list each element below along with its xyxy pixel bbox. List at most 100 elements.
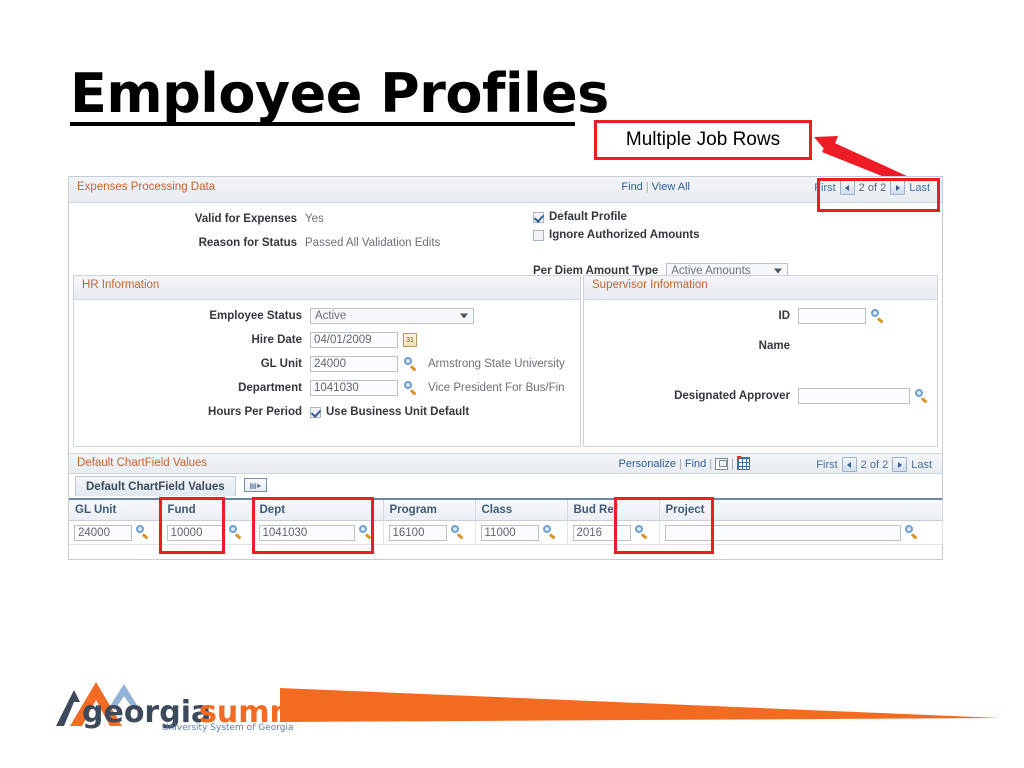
field-valid-for-expenses: Valid for Expenses Yes [69,213,369,225]
ignore-authorized-amounts-checkbox[interactable] [533,229,544,241]
georgia-summit-logo: georgia summit University System of Geor… [52,676,325,733]
dept-grid-input[interactable]: 1041030 [258,524,355,541]
field-hire-date: Hire Date 04/01/2009 31 [74,332,417,348]
checkbox-ignore-authorized-amounts[interactable]: Ignore Authorized Amounts [533,229,700,241]
field-reason-for-status: Reason for Status Passed All Validation … [69,237,539,249]
checkbox-default-profile[interactable]: Default Profile [533,211,627,223]
hr-information-title: HR Information [82,279,160,291]
expand-icon[interactable] [715,457,729,470]
tool-separator-2: | [709,457,713,470]
cell-dept: 1041030 [253,520,384,545]
class-grid-input[interactable]: 11000 [480,524,539,541]
gl-unit-grid-input[interactable]: 24000 [74,524,132,541]
supervisor-information-header: Supervisor Information [584,276,937,300]
tab-label: Default ChartField Values [86,480,225,493]
find-link[interactable]: Find [621,181,642,193]
class-grid-lookup-icon[interactable] [542,525,557,540]
hours-per-period-label: Hours Per Period [208,406,302,418]
chartfield-header-row: GL Unit Fund Dept Program Class Bud Ref … [69,500,943,521]
chartfield-toolbar: Personalize | Find | | [619,456,750,470]
nav-counter: 2 of 2 [858,181,887,194]
table-row: 24000 10000 1041030 16100 11000 2016 [69,520,943,545]
chartfield-row-nav: First 2 of 2 Last [816,457,932,472]
chartfield-header: Default ChartField Values Personalize | … [69,453,942,474]
use-business-unit-default-checkbox[interactable] [310,406,321,418]
default-profile-checkbox[interactable] [533,211,544,223]
fund-grid-input[interactable]: 10000 [166,524,225,541]
page-title: Employee Profiles [70,62,609,125]
field-employee-status: Employee Status Active [74,308,474,324]
gl-unit-input[interactable]: 24000 [310,356,398,372]
designated-approver-lookup-icon[interactable] [914,388,929,404]
hire-date-input[interactable]: 04/01/2009 [310,332,398,348]
department-input[interactable]: 1041030 [310,380,398,396]
supervisor-information-title: Supervisor Information [592,279,708,291]
tab-default-chartfield-values[interactable]: Default ChartField Values [75,476,236,496]
callout-multiple-job-rows: Multiple Job Rows [594,120,812,160]
supervisor-id-lookup-icon[interactable] [870,308,885,324]
program-grid-lookup-icon[interactable] [450,525,465,540]
fund-grid-lookup-icon[interactable] [228,525,243,540]
gl-unit-lookup-icon[interactable] [403,356,418,372]
download-spreadsheet-icon[interactable] [737,456,750,470]
reason-for-status-value: Passed All Validation Edits [305,237,441,249]
tool-separator-1: | [679,457,682,470]
calendar-icon[interactable]: 31 [403,333,417,347]
cell-fund: 10000 [161,520,254,545]
nav-first-link[interactable]: First [814,182,835,194]
peoplesoft-screenshot: Expenses Processing Data Find | View All F… [68,176,943,560]
nav-last-link[interactable]: Last [909,182,930,194]
valid-for-expenses-label: Valid for Expenses [194,213,297,225]
chartfield-nav-counter: 2 of 2 [860,458,889,471]
column-header-program: Program [383,500,476,521]
program-grid-input[interactable]: 16100 [388,524,447,541]
hr-information-panel: HR Information Employee Status Active Hi… [73,275,581,447]
valid-for-expenses-value: Yes [305,213,324,225]
default-profile-label: Default Profile [549,211,627,223]
column-header-dept: Dept [253,500,384,521]
chartfield-nav-first-link[interactable]: First [816,459,837,471]
designated-approver-input[interactable] [798,388,910,404]
gl-unit-grid-lookup-icon[interactable] [135,525,150,540]
project-grid-input[interactable] [664,524,901,541]
column-header-project: Project [659,500,943,521]
cell-program: 16100 [383,520,476,545]
chartfield-nav-last-link[interactable]: Last [911,459,932,471]
bud-ref-grid-input[interactable]: 2016 [572,524,631,541]
personalize-link[interactable]: Personalize [619,458,676,470]
link-separator: | [645,181,649,193]
tool-separator-3: | [731,457,734,470]
field-hours-per-period: Hours Per Period Use Business Unit Defau… [74,406,469,418]
expenses-processing-header: Expenses Processing Data Find | View All F… [69,177,942,203]
field-supervisor-id: ID [584,308,885,324]
department-lookup-icon[interactable] [403,380,418,396]
bud-ref-grid-lookup-icon[interactable] [634,525,649,540]
expenses-top-links: Find | View All [621,181,690,193]
default-chartfield-values-section: Default ChartField Values Personalize | … [69,453,943,560]
expenses-row-nav: First 2 of 2 Last [814,180,930,195]
hire-date-label: Hire Date [251,334,303,346]
chartfield-nav-previous-icon[interactable] [841,457,857,472]
title-underline [70,122,575,126]
view-all-link[interactable]: View All [652,181,690,193]
expenses-processing-title: Expenses Processing Data [77,181,216,193]
nav-next-icon[interactable] [890,180,906,195]
hr-information-header: HR Information [74,276,580,300]
employee-status-label: Employee Status [209,310,302,322]
nav-previous-icon[interactable] [839,180,855,195]
column-header-gl-unit: GL Unit [69,500,162,521]
project-grid-lookup-icon[interactable] [904,525,919,540]
employee-status-dropdown[interactable]: Active [310,308,474,324]
cell-bud-ref: 2016 [567,520,660,545]
chartfield-nav-next-icon[interactable] [892,457,908,472]
column-header-class: Class [475,500,568,521]
logo-tagline-text: University System of Georgia [162,723,294,732]
supervisor-information-panel: Supervisor Information ID Name Designate… [583,275,938,447]
chartfield-find-link[interactable]: Find [685,458,706,470]
supervisor-id-input[interactable] [798,308,866,324]
chartfield-title: Default ChartField Values [77,457,208,469]
reason-for-status-label: Reason for Status [198,237,297,249]
show-all-columns-icon[interactable]: ▤▸ [244,478,267,492]
dept-grid-lookup-icon[interactable] [358,525,373,540]
chartfield-tabrow: Default ChartField Values ▤▸ [69,474,942,500]
